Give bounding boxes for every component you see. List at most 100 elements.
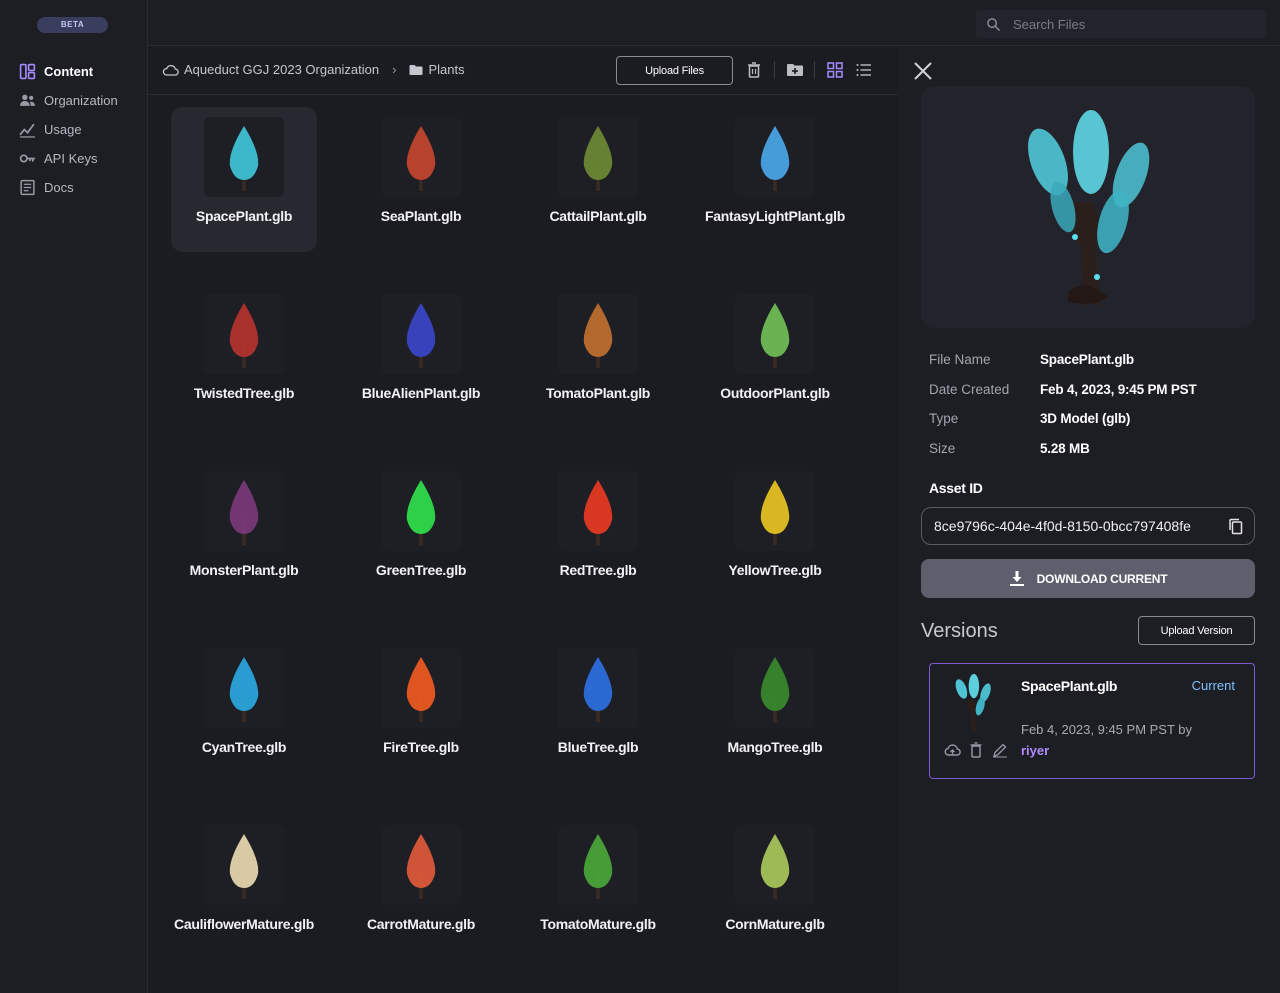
version-card[interactable]: SpacePlant.glb Current Feb 4, 2023, 9:45…	[929, 663, 1255, 779]
search-box[interactable]	[976, 10, 1266, 38]
model-thumbnail-icon	[760, 303, 790, 368]
file-tile[interactable]: SpacePlant.glb	[171, 107, 317, 252]
upload-files-button[interactable]: Upload Files	[616, 56, 733, 85]
file-tile[interactable]: CarrotMature.glb	[348, 815, 494, 960]
list-view-icon[interactable]	[855, 61, 873, 79]
file-tile[interactable]: TomatoMature.glb	[525, 815, 671, 960]
close-icon[interactable]	[912, 60, 934, 82]
file-name: TomatoPlant.glb	[545, 385, 651, 401]
file-tile[interactable]: CattailPlant.glb	[525, 107, 671, 252]
file-tile[interactable]: SeaPlant.glb	[348, 107, 494, 252]
file-tile[interactable]: TwistedTree.glb	[171, 284, 317, 429]
property-row: Date Created Feb 4, 2023, 9:45 PM PST	[929, 375, 1259, 405]
new-folder-icon[interactable]	[786, 61, 804, 79]
asset-id-value: 8ce9796c-404e-4f0d-8150-0bcc797408fe	[934, 518, 1191, 534]
file-tile[interactable]: TomatoPlant.glb	[525, 284, 671, 429]
file-tile[interactable]: YellowTree.glb	[702, 461, 848, 606]
file-tile[interactable]: MonsterPlant.glb	[171, 461, 317, 606]
model-thumbnail-icon	[406, 834, 436, 899]
property-key: Type	[929, 411, 959, 427]
space-plant-preview	[1028, 110, 1150, 307]
file-thumbnail	[381, 648, 461, 728]
download-icon	[1009, 571, 1024, 586]
model-thumbnail-icon	[229, 480, 259, 545]
file-name: OutdoorPlant.glb	[720, 385, 830, 401]
model-thumbnail-icon	[583, 480, 613, 545]
grid-view-icon[interactable]	[826, 61, 844, 79]
file-name: CauliflowerMature.glb	[174, 916, 314, 932]
file-name: SeaPlant.glb	[380, 208, 462, 224]
file-browser: Aqueduct GGJ 2023 Organization › Plants …	[148, 46, 898, 993]
version-actions	[943, 742, 1009, 758]
file-name: BlueAlienPlant.glb	[361, 385, 481, 401]
version-user[interactable]: riyer	[1021, 740, 1192, 761]
file-tile[interactable]: BlueAlienPlant.glb	[348, 284, 494, 429]
sidebar: BETA Content Organization Usage API Keys…	[0, 0, 148, 993]
asset-id-field[interactable]: 8ce9796c-404e-4f0d-8150-0bcc797408fe	[921, 507, 1255, 545]
file-tile[interactable]: RedTree.glb	[525, 461, 671, 606]
file-tile[interactable]: CornMature.glb	[702, 815, 848, 960]
users-icon	[20, 94, 35, 106]
model-thumbnail-icon	[760, 834, 790, 899]
file-tile[interactable]: MangoTree.glb	[702, 638, 848, 783]
file-tile[interactable]: OutdoorPlant.glb	[702, 284, 848, 429]
sidebar-item-docs[interactable]: Docs	[19, 173, 144, 202]
model-preview[interactable]	[921, 86, 1255, 328]
trash-icon[interactable]	[967, 742, 985, 758]
cloud-upload-icon[interactable]	[943, 742, 961, 758]
file-tile[interactable]: FantasyLightPlant.glb	[702, 107, 848, 252]
sidebar-item-organization[interactable]: Organization	[19, 86, 144, 115]
details-panel: File Name SpacePlant.glb Date Created Fe…	[898, 46, 1280, 993]
copy-icon[interactable]	[1228, 518, 1244, 535]
property-value: Feb 4, 2023, 9:45 PM PST	[1040, 381, 1197, 397]
property-row: File Name SpacePlant.glb	[929, 345, 1259, 375]
trash-icon[interactable]	[745, 61, 763, 79]
chevron-right-icon: ›	[392, 62, 397, 77]
file-tile[interactable]: GreenTree.glb	[348, 461, 494, 606]
file-name: TwistedTree.glb	[193, 385, 295, 401]
property-value: 5.28 MB	[1040, 440, 1090, 456]
file-name: YellowTree.glb	[728, 562, 822, 578]
file-name: MangoTree.glb	[727, 739, 823, 755]
file-thumbnail	[381, 117, 461, 197]
file-name: FantasyLightPlant.glb	[705, 208, 845, 224]
search-input[interactable]	[1013, 16, 1253, 32]
property-key: Size	[929, 440, 956, 456]
file-name: SpacePlant.glb	[195, 208, 293, 224]
model-thumbnail-icon	[229, 303, 259, 368]
toolbar-divider	[814, 61, 815, 79]
breadcrumb-folder[interactable]: Plants	[428, 62, 464, 77]
file-tile[interactable]: CauliflowerMature.glb	[171, 815, 317, 960]
beta-badge: BETA	[37, 17, 108, 33]
sidebar-item-label: API Keys	[44, 151, 98, 166]
sidebar-item-content[interactable]: Content	[19, 57, 144, 86]
download-current-button[interactable]: DOWNLOAD CURRENT	[921, 559, 1255, 598]
file-thumbnail	[735, 117, 815, 197]
file-tile[interactable]: BlueTree.glb	[525, 638, 671, 783]
sidebar-item-label: Content	[44, 64, 94, 79]
sidebar-item-api-keys[interactable]: API Keys	[19, 144, 144, 173]
file-tile[interactable]: CyanTree.glb	[171, 638, 317, 783]
top-bar	[148, 0, 1280, 46]
upload-version-button[interactable]: Upload Version	[1138, 616, 1255, 645]
file-name: CattailPlant.glb	[549, 208, 647, 224]
search-icon	[987, 17, 1001, 31]
file-name: TomatoMature.glb	[540, 916, 656, 932]
file-thumbnail	[381, 294, 461, 374]
key-icon	[19, 154, 35, 163]
property-key: Date Created	[929, 381, 1010, 397]
file-tile[interactable]: FireTree.glb	[348, 638, 494, 783]
file-thumbnail	[381, 825, 461, 905]
sidebar-item-usage[interactable]: Usage	[19, 115, 144, 144]
versions-title: Versions	[921, 620, 998, 642]
edit-icon[interactable]	[991, 742, 1009, 758]
property-value: SpacePlant.glb	[1040, 352, 1134, 368]
breadcrumb-organization[interactable]: Aqueduct GGJ 2023 Organization	[184, 62, 379, 77]
version-thumbnail	[948, 672, 998, 732]
model-thumbnail-icon	[760, 480, 790, 545]
file-name: MonsterPlant.glb	[189, 562, 299, 578]
file-thumbnail	[204, 294, 284, 374]
file-thumbnail	[204, 471, 284, 551]
model-thumbnail-icon	[406, 126, 436, 191]
file-thumbnail	[558, 471, 638, 551]
